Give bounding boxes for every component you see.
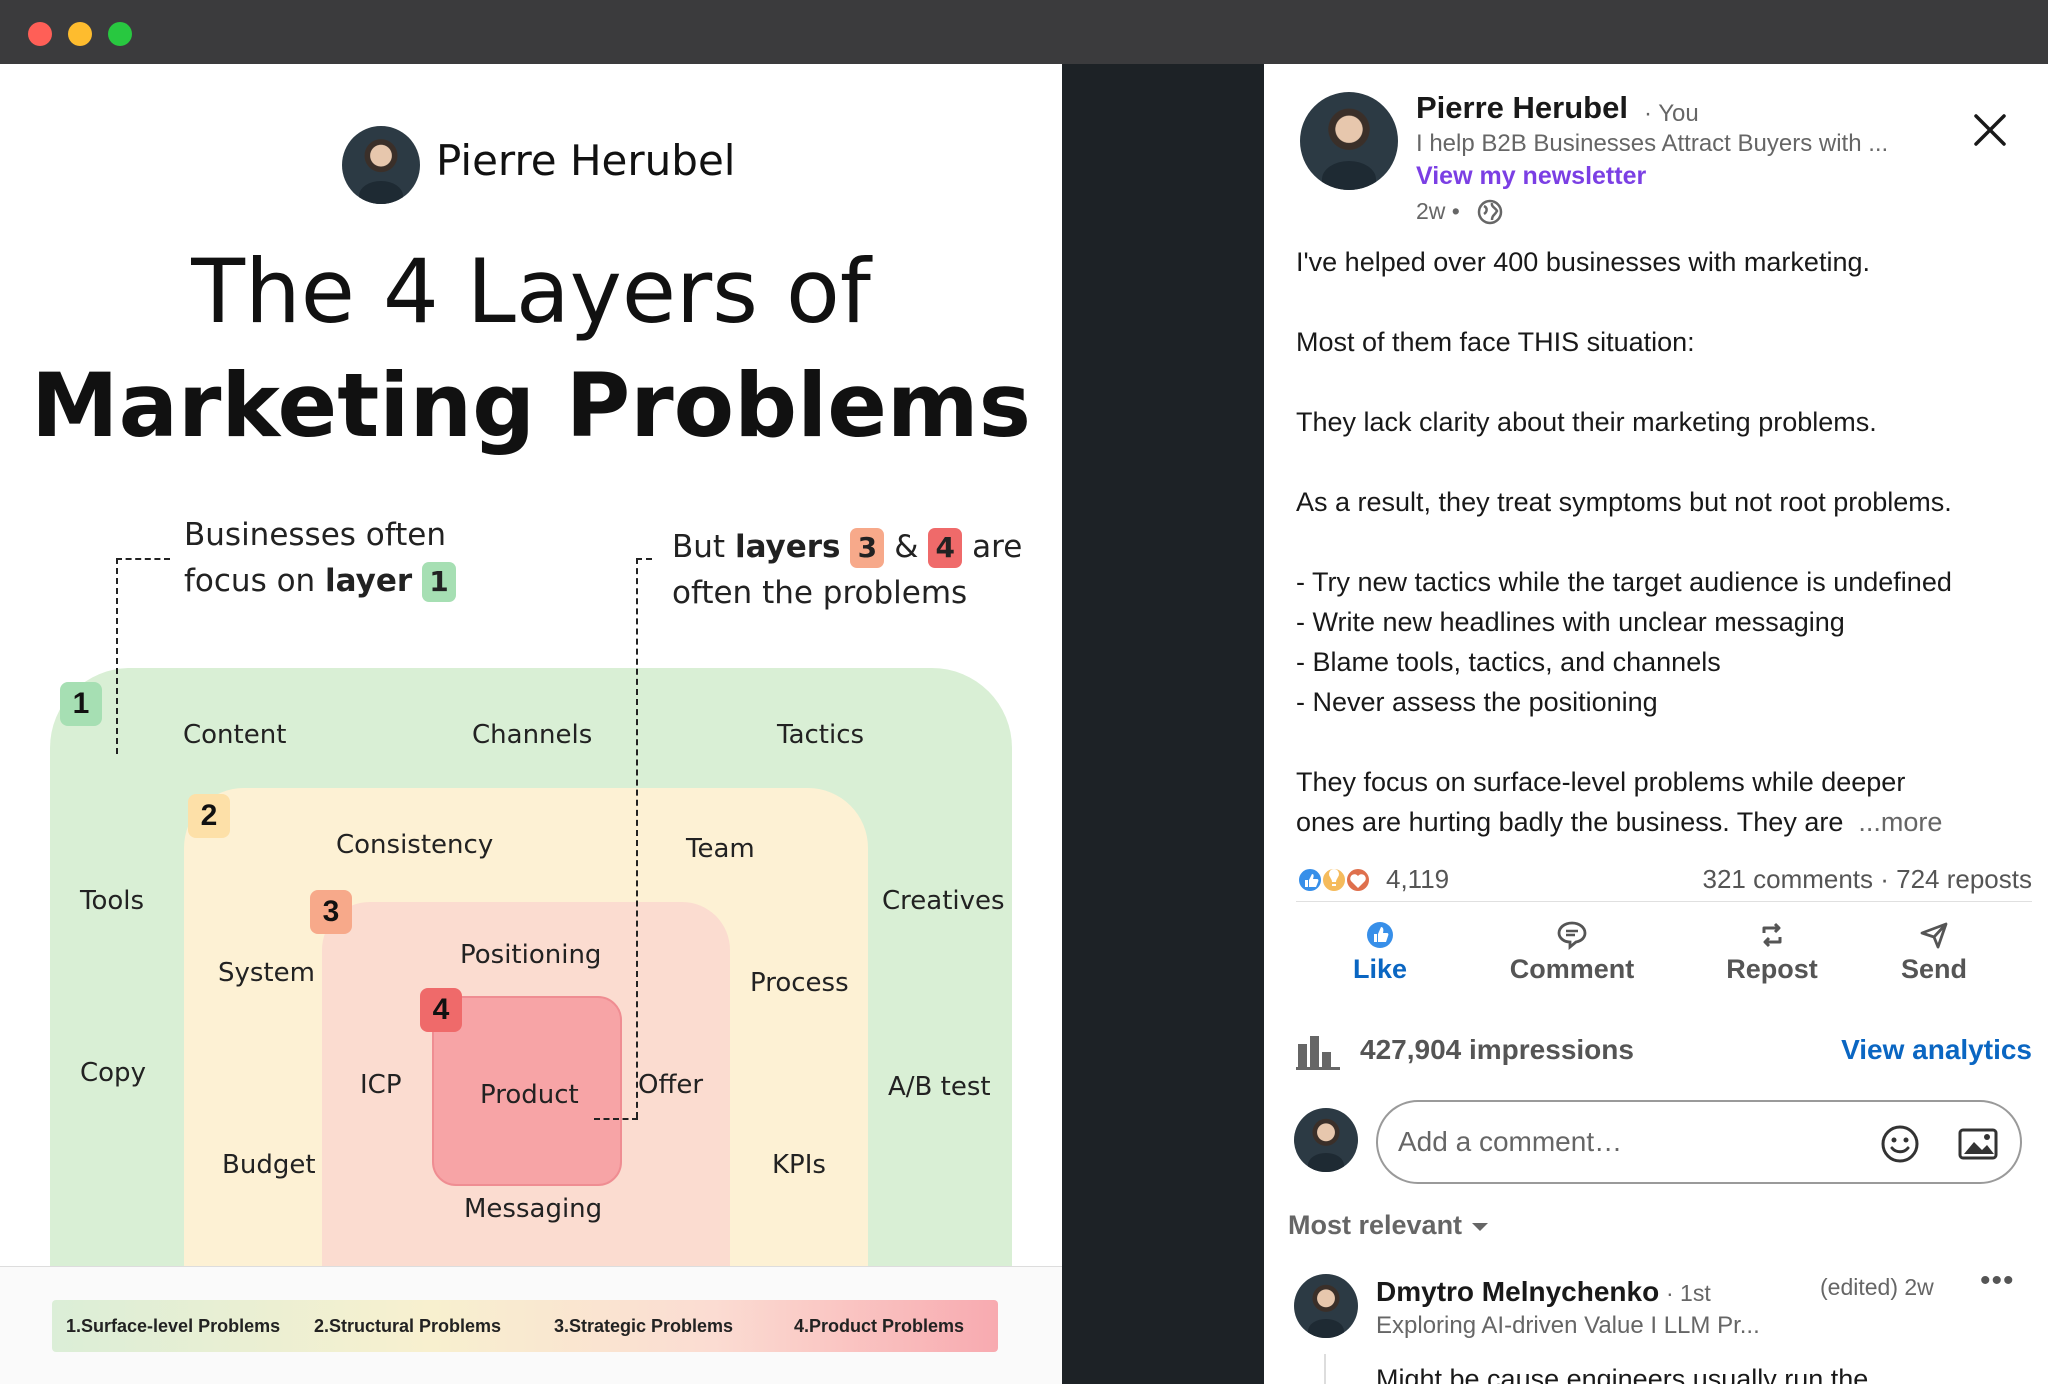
layer-label: Budget — [222, 1150, 316, 1180]
current-user-avatar — [1294, 1108, 1358, 1172]
zoom-window-button[interactable] — [108, 22, 132, 46]
see-more-link[interactable]: ...more — [1858, 807, 1942, 837]
repost-button[interactable]: Repost — [1702, 920, 1842, 985]
comment-thread-line — [1324, 1354, 1326, 1384]
legend-item: 3.Strategic Problems — [554, 1316, 734, 1336]
like-button[interactable]: Like — [1320, 920, 1440, 985]
analytics-chart-icon — [1296, 1036, 1340, 1070]
caret-down-icon — [1471, 1222, 1488, 1231]
close-icon[interactable] — [1968, 108, 2012, 152]
view-analytics-link[interactable]: View analytics — [1841, 1034, 2032, 1066]
comment-menu-button[interactable]: ••• — [1980, 1264, 2015, 1298]
comment-sort-dropdown[interactable]: Most relevant — [1288, 1210, 1490, 1241]
comment-box[interactable] — [1376, 1100, 2022, 1184]
post-body: I've helped over 400 businesses with mar… — [1296, 247, 1952, 837]
layer-label: Channels — [472, 720, 593, 750]
author-avatar[interactable] — [1300, 92, 1398, 190]
minimize-window-button[interactable] — [68, 22, 92, 46]
reaction-count[interactable]: 4,119 — [1386, 864, 1449, 895]
callout-right-connector-end — [594, 1118, 638, 1120]
comments-reposts-count[interactable]: 321 comments · 724 reposts — [1703, 864, 2033, 895]
callout-left-connector — [116, 558, 170, 560]
globe-icon — [1477, 199, 1503, 225]
layer-label: Team — [686, 834, 755, 864]
commenter-name[interactable]: Dmytro Melnychenko — [1376, 1276, 1659, 1308]
send-icon — [1920, 922, 1948, 949]
author-headline: I help B2B Businesses Attract Buyers wit… — [1416, 130, 1889, 157]
layer-label: Product — [480, 1080, 579, 1110]
layer-number-2: 2 — [188, 794, 230, 838]
comment-text: Might be cause engineers usually run the — [1376, 1364, 1869, 1384]
legend: 1.Surface-level Problems 2.Structural Pr… — [52, 1300, 998, 1352]
callout-left-connector-vertical — [116, 558, 118, 754]
social-counts: 4,119 321 comments · 724 reposts — [1296, 858, 2032, 902]
send-button[interactable]: Send — [1884, 920, 1984, 985]
layer-label: Positioning — [460, 940, 602, 970]
post-age: 2w • — [1416, 198, 1460, 224]
legend-item: 2.Structural Problems — [314, 1316, 502, 1336]
layer-badge-4: 4 — [928, 528, 963, 568]
layer-label: Messaging — [464, 1194, 603, 1224]
emoji-icon[interactable] — [1878, 1122, 1922, 1166]
close-window-button[interactable] — [28, 22, 52, 46]
layer-number-1: 1 — [60, 682, 102, 726]
like-icon — [1367, 922, 1393, 948]
layer-badge-3: 3 — [850, 528, 885, 568]
layer-badge-1: 1 — [422, 562, 457, 602]
callout-left: Businesses often focus on layer 1 — [184, 512, 457, 604]
legend-item: 1.Surface-level Problems — [66, 1316, 281, 1336]
layer-label: Tactics — [777, 720, 865, 750]
layer-label: Process — [750, 968, 849, 998]
layer-label: Copy — [80, 1058, 146, 1088]
legend-item: 4.Product Problems — [794, 1316, 965, 1336]
author-name[interactable]: Pierre Herubel — [1416, 90, 1628, 126]
layer-label: Offer — [638, 1070, 704, 1100]
layer-label: Consistency — [336, 830, 494, 860]
infographic-title-line2: Marketing Problems — [31, 354, 1031, 457]
comment-time: (edited) 2w — [1820, 1274, 1934, 1300]
layer-label: A/B test — [888, 1072, 991, 1102]
window-titlebar — [0, 0, 2048, 64]
comment-input[interactable] — [1398, 1126, 1838, 1158]
image-viewer-backdrop — [1062, 64, 1264, 1384]
layer-number-4: 4 — [420, 988, 462, 1032]
image-icon[interactable] — [1956, 1122, 2000, 1166]
layer-label: System — [218, 958, 315, 988]
commenter-avatar[interactable] — [1294, 1274, 1358, 1338]
comment-button[interactable]: Comment — [1482, 920, 1662, 985]
layer-label: Tools — [80, 886, 145, 916]
author-avatar — [342, 126, 420, 204]
layer-number-3: 3 — [310, 890, 352, 934]
repost-icon — [1762, 922, 1782, 948]
author-you-label: · You — [1644, 100, 1699, 127]
post-detail-panel: Pierre Herubel · You I help B2B Business… — [1264, 64, 2048, 1384]
layer-label: ICP — [360, 1070, 402, 1100]
infographic-title-line1: The 4 Layers of — [191, 240, 871, 343]
callout-right-connector-vertical — [636, 558, 638, 1118]
connection-degree: · 1st — [1666, 1280, 1711, 1306]
comment-icon — [1557, 921, 1587, 950]
reaction-icons[interactable] — [1296, 864, 1376, 896]
layer-label: Creatives — [882, 886, 1005, 916]
infographic-author: Pierre Herubel — [436, 136, 736, 185]
layer-label: KPIs — [772, 1150, 826, 1180]
impressions-count: 427,904 impressions — [1360, 1034, 1634, 1065]
callout-right: But layers 3 & 4 are often the problems — [672, 528, 1023, 611]
layer-label: Content — [183, 720, 287, 750]
newsletter-link[interactable]: View my newsletter — [1416, 162, 1646, 191]
commenter-headline: Exploring AI-driven Value I LLM Pr... — [1376, 1312, 1760, 1339]
callout-right-connector — [636, 558, 652, 560]
post-image: Pierre Herubel The 4 Layers of Marketing… — [0, 64, 1062, 1384]
